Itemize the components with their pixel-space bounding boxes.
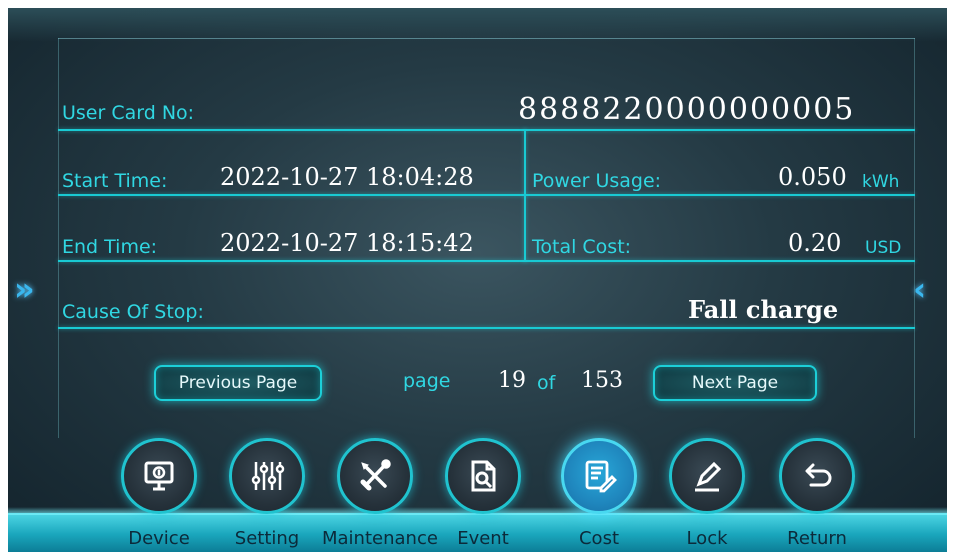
nav-lock-label: Lock (686, 528, 728, 549)
nav-return-label: Return (787, 528, 847, 549)
divider-2 (58, 194, 915, 196)
cause-of-stop-label: Cause Of Stop: (62, 301, 204, 323)
nav-cost-button[interactable]: Cost (546, 438, 652, 549)
nav-setting-circle[interactable] (229, 438, 305, 514)
right-arrow-icon[interactable]: ‹ (913, 270, 926, 308)
nav-setting-button[interactable]: Setting (214, 438, 320, 549)
nav-event-button[interactable]: Event (430, 438, 536, 549)
total-cost-unit: USD (865, 238, 902, 258)
nav-device-label: Device (128, 528, 190, 549)
return-icon (805, 463, 832, 487)
end-time-label: End Time: (62, 236, 158, 258)
previous-page-button[interactable]: Previous Page (154, 365, 322, 401)
current-page-number: 19 (498, 368, 526, 393)
divider-1 (58, 129, 915, 131)
card-number: 8888220000000005 (518, 92, 856, 127)
nav-return-circle[interactable] (779, 438, 855, 514)
bill-edit-icon (585, 460, 617, 493)
power-usage-label: Power Usage: (532, 170, 662, 192)
charger-screen: » ‹ User Card No: 8888220000000005 Start… (8, 8, 947, 552)
of-word: of (537, 372, 556, 394)
nav-lock-button[interactable]: Lock (654, 438, 760, 549)
total-cost-value: 0.20 (788, 229, 842, 257)
start-time-label: Start Time: (62, 170, 168, 192)
start-time-value: 2022-10-27 18:04:28 (220, 163, 474, 191)
column-divider (524, 129, 526, 262)
nav-maintenance-circle[interactable] (337, 438, 413, 514)
card-label: User Card No: (62, 102, 195, 124)
nav-event-circle[interactable] (445, 438, 521, 514)
nav-cost-circle[interactable] (561, 438, 637, 514)
total-cost-label: Total Cost: (532, 236, 632, 258)
nav-device-button[interactable]: Device (106, 438, 212, 549)
nav-device-circle[interactable] (121, 438, 197, 514)
nav-setting-label: Setting (234, 528, 300, 549)
left-arrow-icon[interactable]: » (14, 270, 35, 308)
power-usage-unit: kWh (862, 172, 900, 192)
cause-of-stop-value: Fall charge (688, 295, 839, 324)
nav-maintenance-button[interactable]: Maintenance (322, 438, 438, 549)
nav-event-label: Event (457, 528, 509, 549)
monitor-icon (144, 461, 174, 491)
nav-return-button[interactable]: Return (764, 438, 870, 549)
nav-lock-circle[interactable] (669, 438, 745, 514)
page-word: page (403, 370, 451, 392)
power-usage-value: 0.050 (778, 163, 847, 191)
doc-search-icon (471, 460, 496, 492)
divider-4 (58, 327, 915, 329)
tools-icon (360, 459, 391, 491)
total-pages-number: 153 (581, 368, 623, 393)
next-page-button[interactable]: Next Page (653, 365, 817, 401)
pencil-icon (695, 461, 722, 492)
divider-3 (58, 260, 915, 262)
nav-cost-label: Cost (578, 528, 620, 549)
nav-maintenance-label: Maintenance (322, 528, 438, 549)
sliders-icon (251, 462, 285, 490)
end-time-value: 2022-10-27 18:15:42 (220, 229, 474, 257)
